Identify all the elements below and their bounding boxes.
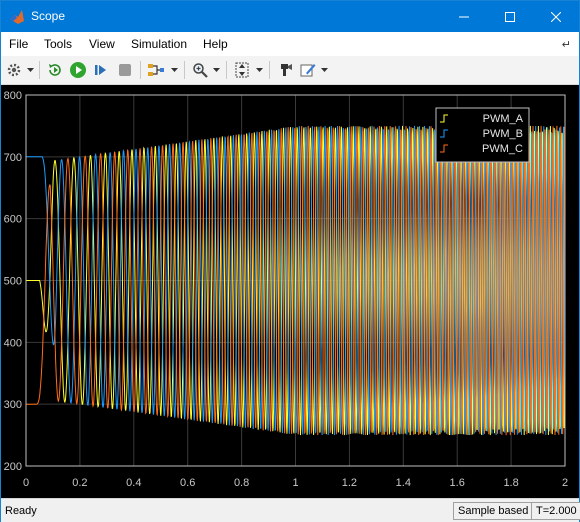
autoscale-dropdown[interactable] xyxy=(256,66,263,73)
highlight-button[interactable] xyxy=(276,60,296,80)
x-tick-label: 1.4 xyxy=(396,477,411,489)
legend[interactable]: PWM_A PWM_B PWM_C xyxy=(435,107,530,163)
zoom-button[interactable] xyxy=(190,60,210,80)
signal-traces xyxy=(26,125,566,436)
x-tick-label: 2 xyxy=(562,477,568,489)
chevron-down-icon xyxy=(256,67,263,72)
x-tick-label: 0.8 xyxy=(234,477,249,489)
toolbar-separator xyxy=(39,61,40,79)
autoscale-icon xyxy=(235,62,249,78)
autoscale-button[interactable] xyxy=(232,60,252,80)
chevron-down-icon xyxy=(213,67,220,72)
toolbar-separator xyxy=(140,61,141,79)
status-bar: Ready Sample based T=2.000 xyxy=(1,498,580,522)
menu-tools[interactable]: Tools xyxy=(44,37,72,51)
close-button[interactable] xyxy=(533,1,579,32)
x-tick-label: 1.6 xyxy=(450,477,465,489)
settings-dropdown[interactable] xyxy=(27,66,34,73)
matlab-logo-icon xyxy=(10,10,24,24)
minimize-button[interactable] xyxy=(441,1,487,32)
maximize-icon xyxy=(505,11,515,22)
y-tick-label: 600 xyxy=(4,214,22,226)
status-time: T=2.000 xyxy=(531,502,580,520)
legend-label: PWM_C xyxy=(482,143,523,155)
signal-selector-dropdown[interactable] xyxy=(171,66,178,73)
x-tick-label: 0.2 xyxy=(72,477,87,489)
signal-selector-button[interactable] xyxy=(146,60,166,80)
legend-label: PWM_A xyxy=(483,113,524,125)
toolbar-separator xyxy=(184,61,185,79)
step-forward-icon xyxy=(95,65,106,75)
x-tick-label: 1.8 xyxy=(503,477,518,489)
properties-button[interactable] xyxy=(298,60,318,80)
toolbar-separator xyxy=(269,61,270,79)
y-tick-label: 800 xyxy=(4,90,22,102)
zoom-dropdown[interactable] xyxy=(213,66,220,73)
window-title: Scope xyxy=(31,9,66,23)
restore-button[interactable] xyxy=(45,60,65,80)
legend-label: PWM_B xyxy=(483,128,523,140)
x-tick-label: 1 xyxy=(292,477,298,489)
plot-area[interactable]: 200 300 400 500 600 700 800 0 0.2 0.4 0.6 0.8 1 1.2 1… xyxy=(1,85,579,498)
y-axis-ticks: 200 300 400 500 600 700 800 xyxy=(4,90,22,473)
maximize-button[interactable] xyxy=(487,1,533,32)
chevron-down-icon xyxy=(171,67,178,72)
run-button[interactable] xyxy=(68,60,88,80)
menu-view[interactable]: View xyxy=(89,37,115,51)
x-tick-label: 0.6 xyxy=(180,477,195,489)
y-tick-label: 300 xyxy=(4,399,22,411)
restore-icon xyxy=(49,64,61,76)
chevron-down-icon xyxy=(321,67,328,72)
scope-window: Scope File Tools View Simulation Help ↵ xyxy=(0,0,580,522)
settings-button[interactable] xyxy=(4,60,24,80)
chevron-down-icon xyxy=(27,67,34,72)
y-tick-label: 400 xyxy=(4,337,22,349)
stop-icon xyxy=(119,64,131,76)
properties-icon xyxy=(300,64,316,77)
menu-simulation[interactable]: Simulation xyxy=(131,37,187,51)
close-icon xyxy=(551,11,561,22)
scope-chart[interactable]: 200 300 400 500 600 700 800 0 0.2 0.4 0.6 0.8 1 1.2 1… xyxy=(1,85,579,498)
highlight-icon xyxy=(281,64,292,76)
zoom-icon xyxy=(193,63,208,78)
status-mode: Sample based xyxy=(453,502,534,520)
x-tick-label: 0 xyxy=(23,477,29,489)
y-tick-label: 500 xyxy=(4,276,22,288)
signal-selector-icon xyxy=(148,64,164,76)
x-tick-label: 0.4 xyxy=(126,477,141,489)
run-icon xyxy=(70,62,86,78)
x-tick-label: 1.2 xyxy=(342,477,357,489)
gear-icon xyxy=(7,63,21,77)
x-axis-ticks: 0 0.2 0.4 0.6 0.8 1 1.2 1.4 1.6 1.8 2 xyxy=(23,477,568,489)
status-ready: Ready xyxy=(5,505,37,517)
step-forward-button[interactable] xyxy=(91,60,111,80)
toolbar-separator xyxy=(226,61,227,79)
toolbar xyxy=(1,56,579,85)
properties-dropdown[interactable] xyxy=(321,66,328,73)
pin-icon[interactable]: ↵ xyxy=(562,38,571,51)
menu-bar: File Tools View Simulation Help ↵ xyxy=(1,32,579,56)
y-tick-label: 700 xyxy=(4,152,22,164)
stop-button[interactable] xyxy=(115,60,135,80)
menu-help[interactable]: Help xyxy=(203,37,228,51)
menu-file[interactable]: File xyxy=(9,37,28,51)
title-bar[interactable]: Scope xyxy=(1,1,579,32)
y-tick-label: 200 xyxy=(4,461,22,473)
minimize-icon xyxy=(459,16,469,17)
